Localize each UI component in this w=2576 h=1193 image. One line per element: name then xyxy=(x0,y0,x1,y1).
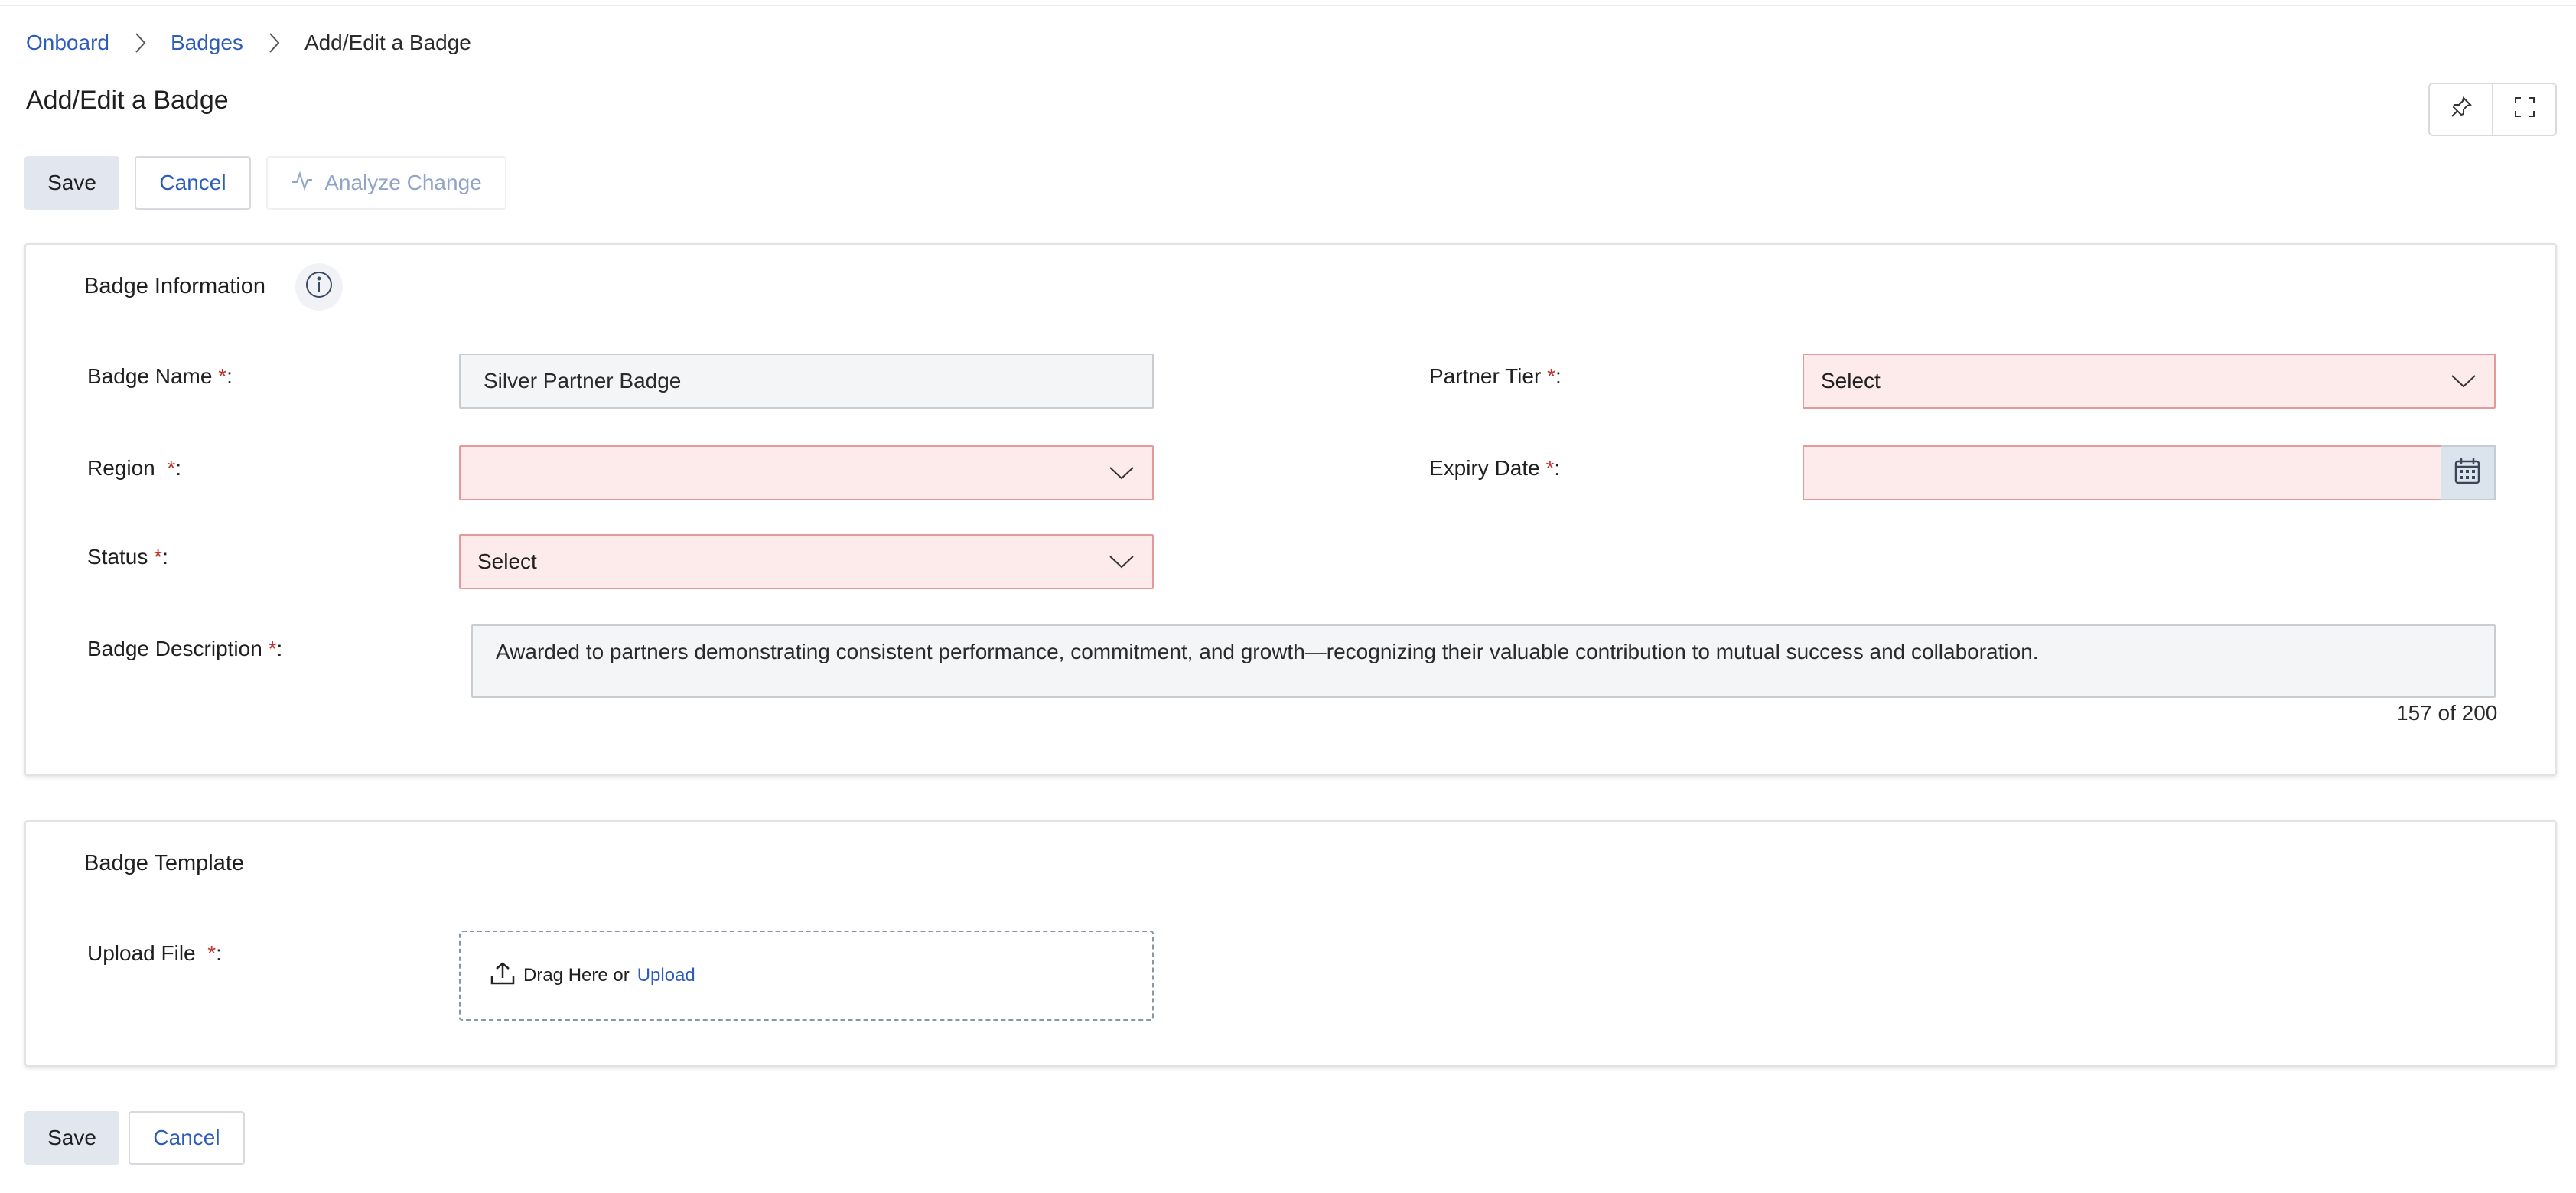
chevron-right-icon xyxy=(109,28,171,58)
fullscreen-icon xyxy=(2512,95,2537,125)
status-value: Select xyxy=(477,549,537,573)
breadcrumb-onboard[interactable]: Onboard xyxy=(26,31,109,55)
file-dropzone[interactable]: Drag Here or Upload xyxy=(459,931,1154,1021)
badge-name-label: Badge Name *: xyxy=(87,364,233,388)
save-button[interactable]: Save xyxy=(24,156,119,210)
upload-file-label: Upload File *: xyxy=(87,941,222,965)
breadcrumb-current: Add/Edit a Badge xyxy=(304,31,471,54)
upload-link[interactable]: Upload xyxy=(637,965,695,986)
footer-save-button[interactable]: Save xyxy=(24,1111,119,1165)
badge-name-label-text: Badge Name xyxy=(87,364,213,388)
activity-icon xyxy=(291,169,314,197)
chevron-down-icon xyxy=(1099,536,1145,588)
page-title: Add/Edit a Badge xyxy=(26,86,229,115)
analyze-change-button[interactable]: Analyze Change xyxy=(266,156,506,210)
status-select[interactable]: Select xyxy=(459,534,1154,589)
top-border xyxy=(0,0,2576,6)
pin-button[interactable] xyxy=(2430,84,2492,135)
expiry-date-input[interactable] xyxy=(1803,445,2442,500)
required-marker: * xyxy=(154,545,163,569)
calendar-icon xyxy=(2452,455,2483,491)
required-marker: * xyxy=(167,456,176,480)
badge-template-panel: Badge Template Upload File *: Drag Here … xyxy=(24,820,2557,1067)
required-marker: * xyxy=(1545,456,1555,480)
calendar-button[interactable] xyxy=(2441,445,2496,500)
required-marker: * xyxy=(218,364,227,388)
drag-here-text: Drag Here or xyxy=(523,965,630,986)
upload-file-label-text: Upload File xyxy=(87,941,196,965)
badge-name-input[interactable]: Silver Partner Badge xyxy=(459,354,1154,409)
char-count: 157 of 200 xyxy=(2396,701,2498,725)
pin-icon xyxy=(2449,95,2473,125)
chevron-down-icon xyxy=(1099,447,1145,499)
chevron-down-icon xyxy=(2441,355,2486,407)
fullscreen-button[interactable] xyxy=(2492,84,2555,135)
region-label: Region *: xyxy=(87,456,181,480)
status-label-text: Status xyxy=(87,545,148,569)
footer-cancel-button[interactable]: Cancel xyxy=(129,1111,245,1165)
partner-tier-value: Select xyxy=(1821,369,1881,393)
info-button[interactable] xyxy=(295,263,343,311)
status-label: Status *: xyxy=(87,545,168,569)
badge-information-panel: Badge Information Badge Name *: Silver P… xyxy=(24,243,2557,776)
required-marker: * xyxy=(207,941,217,965)
upload-icon xyxy=(490,960,516,992)
badge-description-textarea[interactable]: Awarded to partners demonstrating consis… xyxy=(471,624,2496,698)
expiry-date-label: Expiry Date *: xyxy=(1429,456,1561,480)
breadcrumb: Onboard Badges Add/Edit a Badge xyxy=(26,28,471,58)
partner-tier-label-text: Partner Tier xyxy=(1429,364,1542,388)
badge-description-label: Badge Description *: xyxy=(87,637,283,660)
chevron-right-icon xyxy=(243,28,304,58)
partner-tier-select[interactable]: Select xyxy=(1803,354,2496,409)
region-select[interactable] xyxy=(459,445,1154,500)
analyze-change-label: Analyze Change xyxy=(324,171,482,194)
badge-description-label-text: Badge Description xyxy=(87,637,262,660)
badge-template-title: Badge Template xyxy=(84,851,245,875)
info-icon xyxy=(304,269,334,305)
breadcrumb-badges[interactable]: Badges xyxy=(171,31,243,55)
required-marker: * xyxy=(1547,364,1555,388)
required-marker: * xyxy=(268,637,277,660)
expiry-date-label-text: Expiry Date xyxy=(1429,456,1540,480)
cancel-button[interactable]: Cancel xyxy=(135,156,251,210)
region-label-text: Region xyxy=(87,456,155,480)
partner-tier-label: Partner Tier *: xyxy=(1429,364,1562,388)
view-tools xyxy=(2428,83,2557,136)
badge-information-title: Badge Information xyxy=(84,274,265,298)
